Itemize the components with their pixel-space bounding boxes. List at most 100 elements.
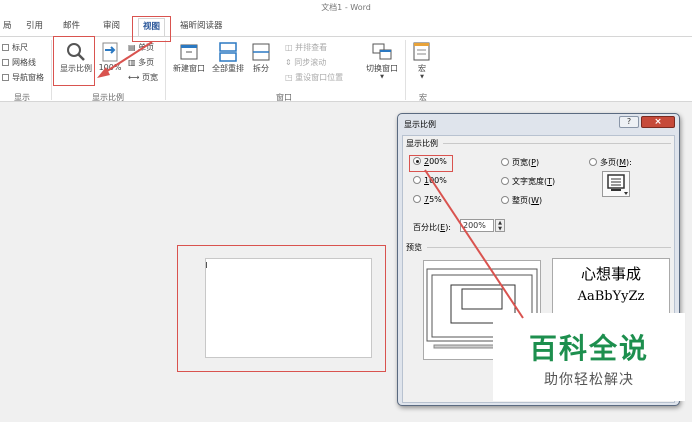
highlight-box-zoom-button [53,36,95,86]
checkbox-icon [2,59,9,66]
hundred-percent-button[interactable]: 100% [98,41,122,72]
navigation-pane-checkbox[interactable]: 导航窗格 [2,72,44,83]
radio-page-width-pre: 页宽( [512,158,532,167]
tab-layout[interactable]: 局 [3,19,12,31]
section-divider [443,143,671,144]
window-group-label: 窗口 [276,93,292,102]
radio-page-width[interactable]: 页宽(P) [501,157,539,168]
radio-icon [589,158,597,166]
reset-position-label: 重设窗口位置 [295,73,344,82]
highlight-box-view-tab [132,16,171,42]
radio-many-pages-pre: 多页( [600,158,620,167]
monitor-icon [607,174,628,195]
percent-input[interactable]: 200% [460,219,494,232]
multi-page-button[interactable]: ▥ 多页 [128,57,154,68]
radio-text-width-post: ) [552,177,556,186]
radio-icon [501,196,509,204]
preview-chinese-text: 心想事成 [580,265,641,283]
macros-label: 宏 [418,64,426,73]
radio-whole-page[interactable]: 整页(W) [501,195,542,206]
window-title: 文档1 - Word [321,3,371,12]
ribbon-tabs: 局 引用 邮件 审阅 视图 福昕阅读器 [0,14,692,38]
reset-position-icon: ◳ [285,73,293,82]
page-width-icon: ⟷ [128,73,140,82]
sync-scroll-label: 同步滚动 [294,58,327,67]
macros-button[interactable]: 宏 ▼ [410,41,434,80]
radio-whole-page-pre: 整页( [512,196,532,205]
page-width-label: 页宽 [142,73,159,82]
group-separator [165,40,166,100]
switch-windows-label: 切换窗口 [366,64,398,73]
navigation-pane-label: 导航窗格 [12,73,44,82]
zoom-section-title: 显示比例 [406,139,438,148]
multi-page-label: 多页 [138,58,155,67]
radio-many-pages-post: ): [626,158,632,167]
tab-review[interactable]: 审阅 [103,19,120,31]
arrange-all-icon [219,42,237,62]
split-button[interactable]: 拆分 [250,41,272,74]
dialog-title: 显示比例 [404,120,436,129]
reset-position-button[interactable]: ◳ 重设窗口位置 [285,72,343,83]
show-group-label: 显示 [14,93,30,102]
arrange-all-button[interactable]: 全部重排 [209,41,247,74]
radio-whole-page-key: W [531,196,540,205]
preview-english-text: AaBbYyZz [577,289,645,304]
percent-spinner[interactable]: ▲ ▼ [495,219,505,232]
close-button[interactable]: × [641,116,675,128]
new-window-label: 新建窗口 [173,64,205,73]
sync-scroll-icon: ⇕ [285,58,292,67]
gridlines-label: 网格线 [12,58,36,67]
section-divider [427,247,671,248]
tab-mailings[interactable]: 邮件 [63,19,80,31]
ruler-label: 标尺 [12,43,28,52]
percent-label: 百分比(E): [413,222,451,233]
new-window-button[interactable]: 新建窗口 [170,41,208,74]
radio-icon [501,158,509,166]
highlight-box-200-option [409,155,453,172]
one-page-icon: ▤ [128,43,136,52]
watermark: 百科全说 助你轻松解决 [493,313,685,401]
group-separator [51,40,52,100]
new-window-icon [180,44,198,60]
watermark-title: 百科全说 [528,332,649,365]
radio-many-pages-key: M [619,158,627,167]
ribbon: 标尺 网格线 导航窗格 显示 显示比例 100% ▤ 单页 ▥ 多页 ⟷ 页宽 … [0,36,692,102]
macro-group-label: 宏 [419,93,427,102]
page-arrow-icon [102,42,118,62]
percent-label-post: ): [445,223,452,232]
radio-icon [413,176,421,184]
radio-75-percent[interactable]: 75% [413,195,442,204]
help-button[interactable]: ? [619,116,639,128]
ruler-checkbox[interactable]: 标尺 [2,42,28,53]
dropdown-arrow-icon: ▼ [380,74,384,80]
radio-100-percent[interactable]: 100% [413,176,447,185]
arrange-all-label: 全部重排 [212,64,244,73]
side-by-side-button[interactable]: ◫ 并排查看 [285,42,327,53]
multi-page-icon: ▥ [128,58,136,67]
gridlines-checkbox[interactable]: 网格线 [2,57,36,68]
spin-down-icon: ▼ [498,226,502,232]
sync-scroll-button[interactable]: ⇕ 同步滚动 [285,57,326,68]
preview-section-title: 预览 [406,243,422,252]
radio-text-width[interactable]: 文字宽度(T) [501,176,555,187]
switch-windows-icon [372,43,392,60]
tab-references[interactable]: 引用 [26,19,43,31]
page-width-button[interactable]: ⟷ 页宽 [128,72,158,83]
radio-text-width-pre: 文字宽度( [512,177,548,186]
document-page[interactable] [205,258,372,358]
radio-75-post: 5% [429,195,442,204]
group-separator [405,40,406,100]
tab-foxit-reader[interactable]: 福昕阅读器 [180,19,223,31]
percent-label-pre: 百分比( [413,223,441,232]
split-icon [252,43,270,61]
checkbox-icon [2,74,9,81]
one-page-button[interactable]: ▤ 单页 [128,42,154,53]
hundred-percent-label: 100% [98,63,122,72]
split-label: 拆分 [253,64,269,73]
radio-many-pages[interactable]: 多页(M): [589,157,632,168]
switch-windows-button[interactable]: 切换窗口 ▼ [362,41,402,80]
radio-icon [501,177,509,185]
side-by-side-icon: ◫ [285,43,293,52]
many-pages-picker-button[interactable] [602,171,630,197]
zoom-group-label: 显示比例 [92,93,124,102]
